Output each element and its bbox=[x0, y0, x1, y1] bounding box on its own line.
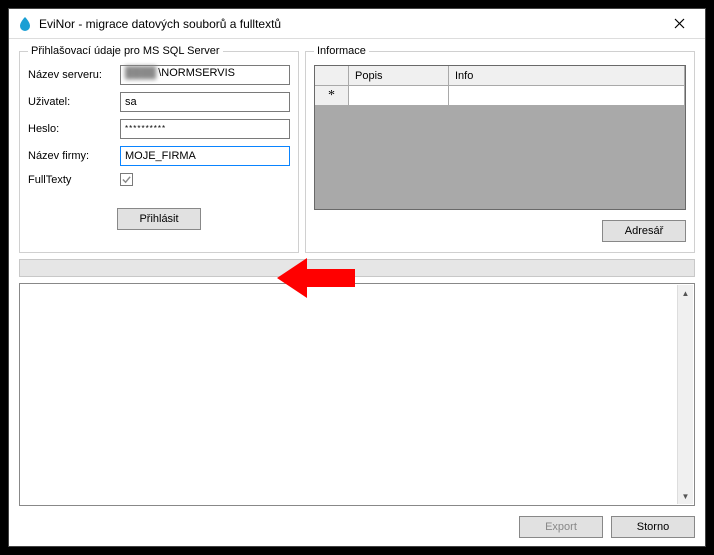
fulltext-label: FullTexty bbox=[28, 174, 120, 186]
app-window: EviNor - migrace datových souborů a full… bbox=[8, 8, 706, 547]
storno-button[interactable]: Storno bbox=[611, 516, 695, 538]
content-area: Přihlašovací údaje pro MS SQL Server Náz… bbox=[9, 39, 705, 546]
info-legend: Informace bbox=[314, 45, 369, 57]
info-grid[interactable]: Popis Info * bbox=[314, 65, 686, 210]
scroll-up-icon[interactable]: ▲ bbox=[678, 285, 693, 301]
scroll-down-icon[interactable]: ▼ bbox=[678, 488, 693, 504]
col-header-popis[interactable]: Popis bbox=[349, 66, 449, 86]
cell-popis[interactable] bbox=[349, 86, 449, 106]
col-header-info[interactable]: Info bbox=[449, 66, 685, 86]
firm-label: Název firmy: bbox=[28, 150, 120, 162]
progress-bar bbox=[19, 259, 695, 277]
cell-info[interactable] bbox=[449, 86, 685, 106]
table-row[interactable]: * bbox=[315, 86, 685, 106]
server-label: Název serveru: bbox=[28, 69, 120, 81]
firm-input[interactable] bbox=[120, 146, 290, 166]
titlebar: EviNor - migrace datových souborů a full… bbox=[9, 9, 705, 39]
info-panel: Informace Popis Info * Adresář bbox=[305, 45, 695, 253]
row-marker: * bbox=[315, 86, 349, 106]
server-input[interactable]: ████\NORMSERVIS bbox=[120, 65, 290, 85]
output-textarea[interactable]: ▲ ▼ bbox=[19, 283, 695, 506]
password-label: Heslo: bbox=[28, 123, 120, 135]
user-label: Uživatel: bbox=[28, 96, 120, 108]
login-button[interactable]: Přihlásit bbox=[117, 208, 201, 230]
grid-corner bbox=[315, 66, 349, 86]
close-icon[interactable] bbox=[659, 10, 699, 38]
fulltext-checkbox[interactable] bbox=[120, 173, 133, 186]
user-input[interactable] bbox=[120, 92, 290, 112]
window-title: EviNor - migrace datových souborů a full… bbox=[39, 17, 281, 31]
adresar-button[interactable]: Adresář bbox=[602, 220, 686, 242]
export-button: Export bbox=[519, 516, 603, 538]
login-panel: Přihlašovací údaje pro MS SQL Server Náz… bbox=[19, 45, 299, 253]
password-input[interactable]: ********** bbox=[120, 119, 290, 139]
app-icon bbox=[17, 16, 33, 32]
footer: Export Storno bbox=[19, 510, 695, 538]
login-legend: Přihlašovací údaje pro MS SQL Server bbox=[28, 45, 223, 57]
scrollbar[interactable]: ▲ ▼ bbox=[677, 285, 693, 504]
